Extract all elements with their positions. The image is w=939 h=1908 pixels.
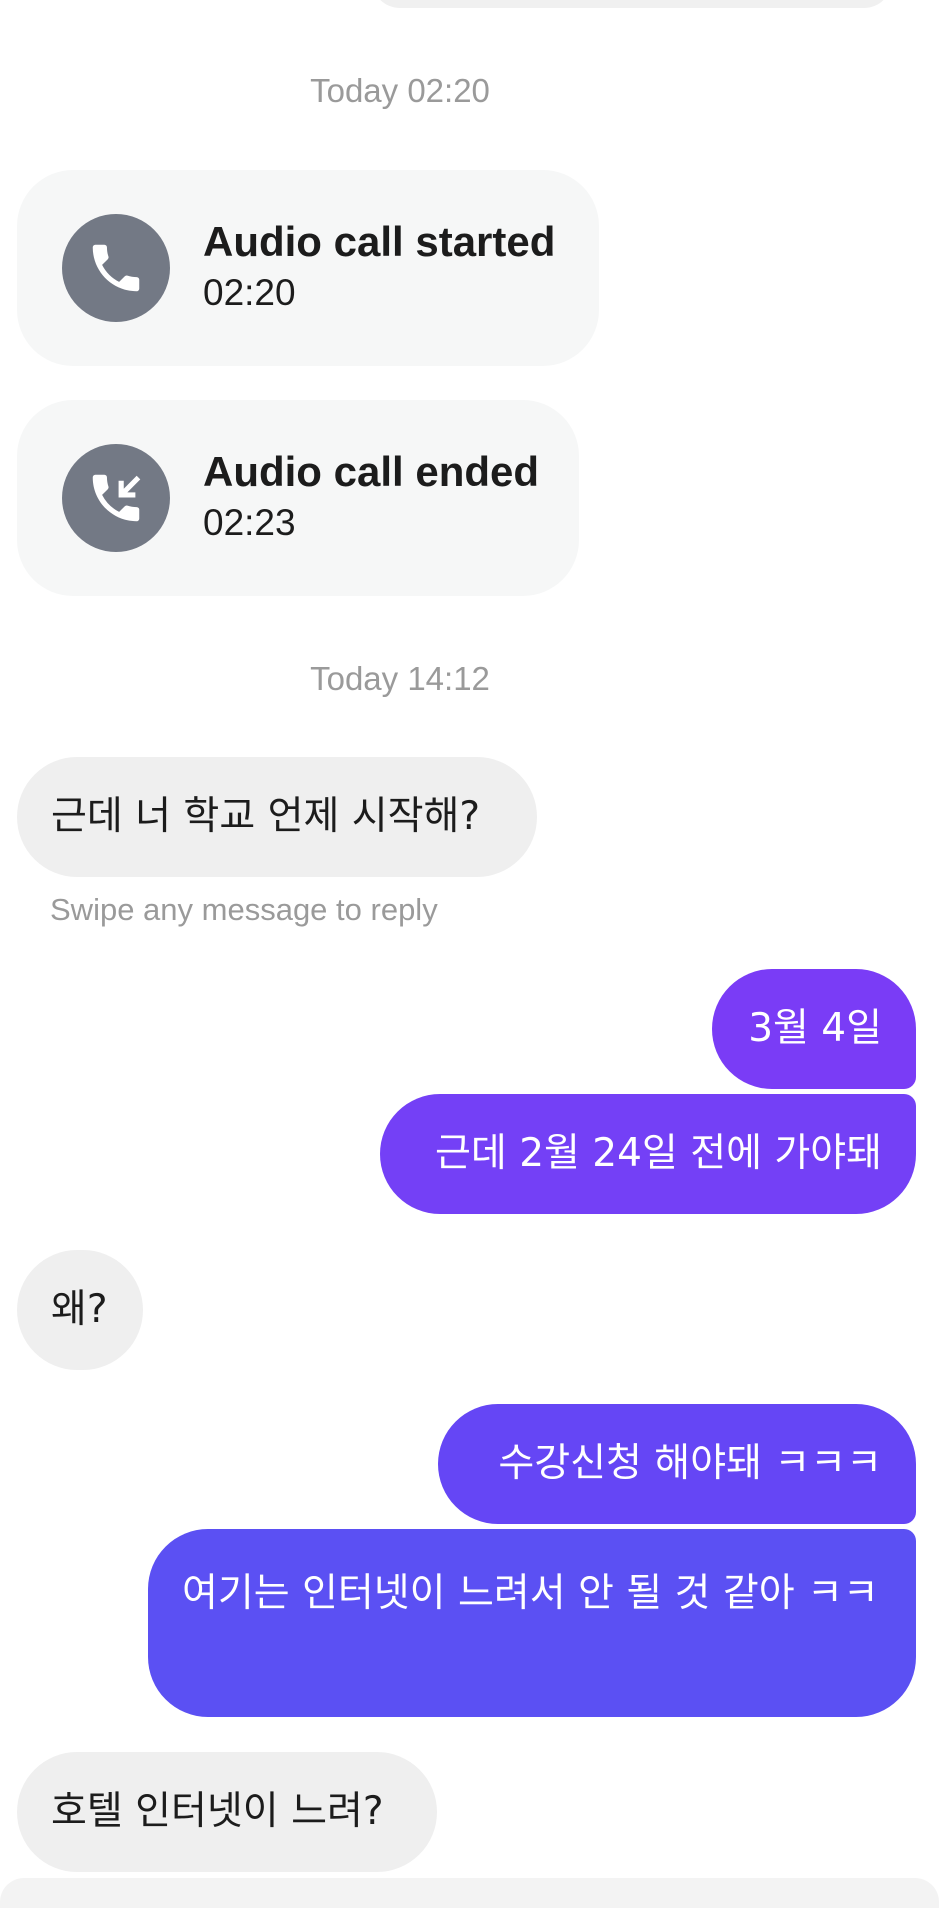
incoming-message[interactable]: 왜? [17,1250,143,1370]
phone-incoming-icon [62,444,170,552]
call-time: 02:20 [203,272,296,313]
outgoing-message[interactable]: 3월 4일 [712,969,916,1089]
outgoing-message[interactable]: 근데 2월 24일 전에 가야돼 [380,1094,916,1214]
outgoing-message[interactable]: 여기는 인터넷이 느려서 안 될 것 같아 ㅋㅋ [148,1529,916,1717]
audio-call-ended-card[interactable]: Audio call ended 02:23 [17,400,579,596]
phone-icon [62,214,170,322]
incoming-message[interactable]: 근데 너 학교 언제 시작해? [17,757,537,877]
audio-call-started-card[interactable]: Audio call started 02:20 [17,170,599,366]
call-title: Audio call started [203,218,556,265]
call-title: Audio call ended [203,448,540,495]
call-time: 02:23 [203,502,296,543]
swipe-reply-hint: Swipe any message to reply [50,892,438,927]
previous-message-bubble-fragment [372,0,892,8]
next-message-fragment [0,1878,939,1908]
incoming-message[interactable]: 호텔 인터넷이 느려? [17,1752,437,1872]
timestamp-divider: Today 02:20 [310,72,490,109]
outgoing-message[interactable]: 수강신청 해야돼 ㅋㅋㅋ [438,1404,916,1524]
timestamp-divider: Today 14:12 [310,660,490,697]
